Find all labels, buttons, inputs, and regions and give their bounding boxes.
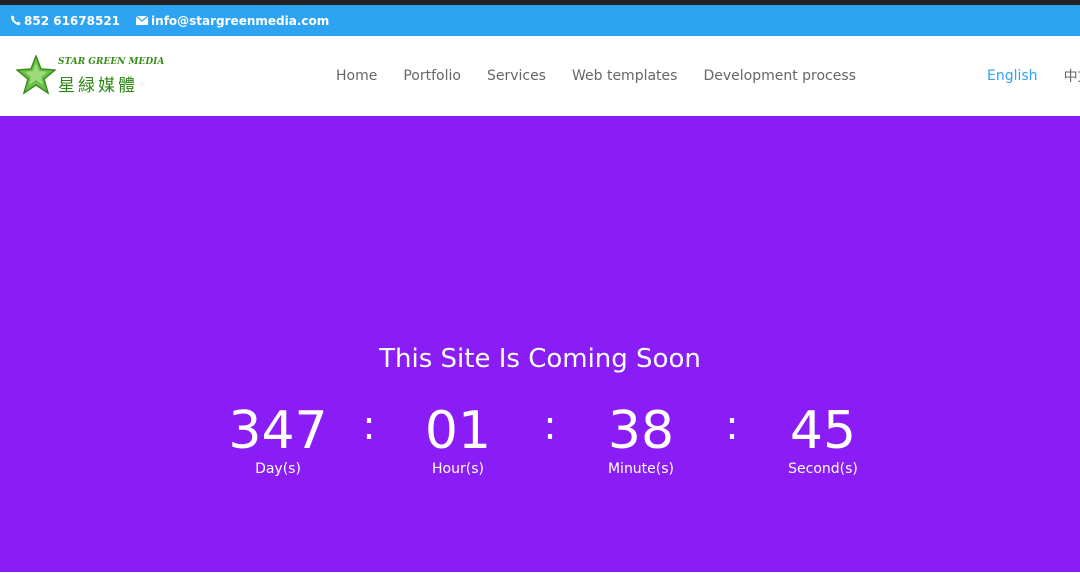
countdown-hours-value: 01 xyxy=(424,401,492,461)
countdown-separator: : xyxy=(362,403,376,449)
coming-soon-hero: This Site Is Coming Soon 347 Day(s) : 01… xyxy=(0,116,1080,572)
countdown-seconds: 45 Second(s) xyxy=(758,401,888,477)
contact-topbar: 852 61678521 info@stargreenmedia.com xyxy=(0,5,1080,36)
main-nav: Home Portfolio Services Web templates De… xyxy=(336,36,882,116)
phone-contact[interactable]: 852 61678521 xyxy=(11,14,120,28)
phone-text: 852 61678521 xyxy=(24,13,121,28)
countdown-minutes-value: 38 xyxy=(607,401,675,461)
site-logo[interactable]: STAR GREEN MEDIA 星緑媒體 xyxy=(15,53,168,99)
countdown-days: 347 Day(s) xyxy=(213,401,343,477)
nav-development-process[interactable]: Development process xyxy=(703,68,856,84)
lang-english[interactable]: English xyxy=(987,68,1038,84)
countdown-minutes-label: Minute(s) xyxy=(607,461,675,477)
nav-web-templates[interactable]: Web templates xyxy=(572,68,677,84)
envelope-icon xyxy=(136,16,149,25)
logo-english-text: STAR GREEN MEDIA xyxy=(58,57,165,67)
nav-home[interactable]: Home xyxy=(336,68,377,84)
green-star-icon xyxy=(15,53,57,99)
site-header: STAR GREEN MEDIA 星緑媒體 Home Portfolio Ser… xyxy=(0,36,1080,116)
countdown-hours: 01 Hour(s) xyxy=(393,401,523,477)
countdown-minutes: 38 Minute(s) xyxy=(576,401,706,477)
language-switcher: English 中文 xyxy=(987,36,1080,116)
countdown-seconds-value: 45 xyxy=(789,401,857,461)
nav-services[interactable]: Services xyxy=(487,68,546,84)
email-contact[interactable]: info@stargreenmedia.com xyxy=(136,14,329,28)
countdown-seconds-label: Second(s) xyxy=(788,461,858,477)
countdown-separator: : xyxy=(543,403,557,449)
email-text: info@stargreenmedia.com xyxy=(151,13,330,28)
lang-chinese[interactable]: 中文 xyxy=(1064,66,1080,86)
countdown-separator: : xyxy=(725,403,739,449)
countdown-hours-label: Hour(s) xyxy=(432,461,484,477)
nav-portfolio[interactable]: Portfolio xyxy=(403,68,461,84)
phone-icon xyxy=(11,15,21,26)
logo-chinese-text: 星緑媒體 xyxy=(58,76,138,96)
coming-soon-title: This Site Is Coming Soon xyxy=(379,344,701,374)
countdown-days-label: Day(s) xyxy=(255,461,301,477)
countdown-days-value: 347 xyxy=(228,401,328,461)
